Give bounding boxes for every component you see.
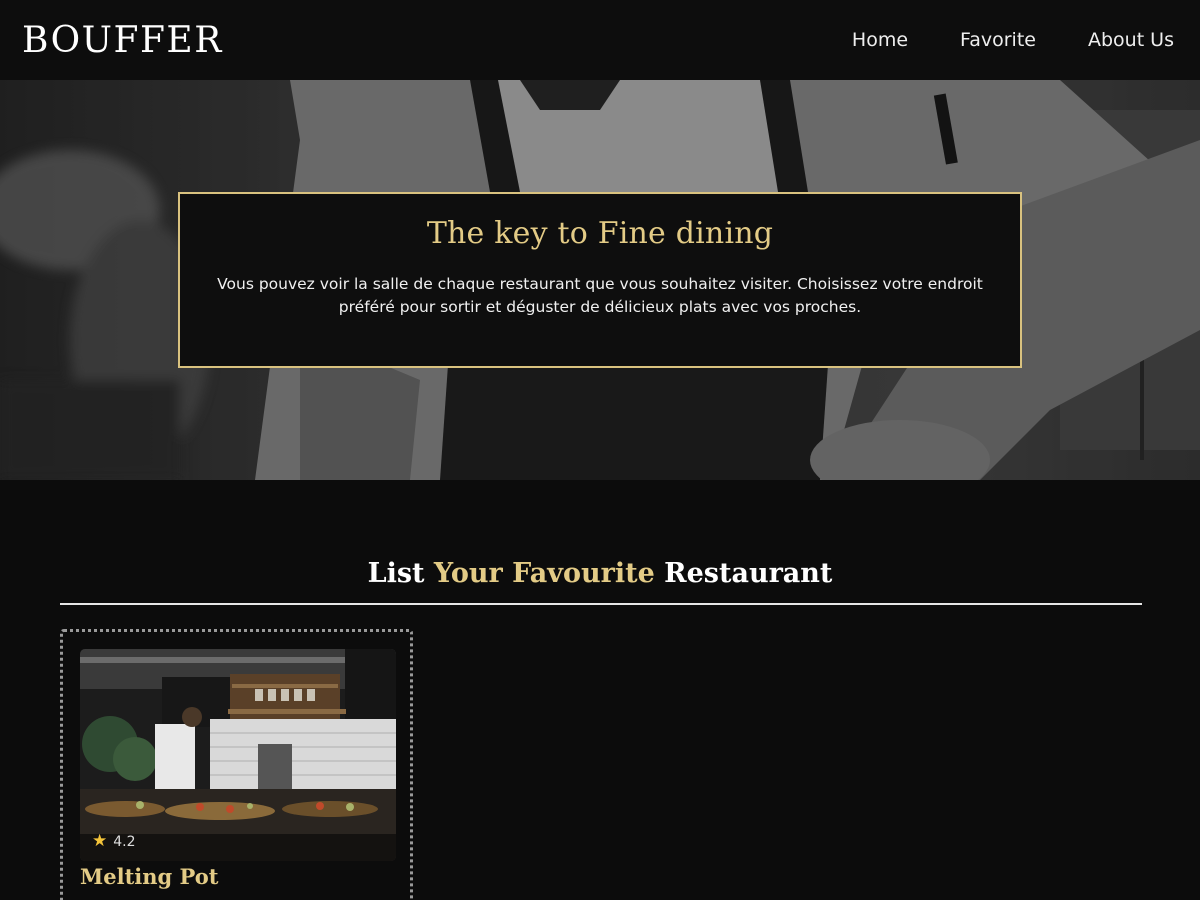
nav-link-home[interactable]: Home (852, 29, 908, 51)
section-title-part2: Restaurant (654, 558, 833, 589)
rating-value: 4.2 (113, 833, 136, 850)
restaurant-name[interactable]: Melting Pot (80, 864, 218, 889)
hero-description: Vous pouvez voir la salle de chaque rest… (217, 275, 983, 316)
nav-link-about-us[interactable]: About Us (1088, 29, 1174, 51)
restaurant-card[interactable]: ★ 4.2 Melting Pot (60, 629, 413, 900)
section-title: List Your Favourite Restaurant (0, 558, 1200, 589)
section-title-part1: List (367, 558, 434, 589)
brand-logo[interactable]: BOUFFER (22, 20, 223, 61)
restaurant-image[interactable]: ★ 4.2 (80, 649, 396, 861)
hero-banner: The key to Fine dining Vous pouvez voir … (0, 80, 1200, 480)
nav-link-favorite[interactable]: Favorite (960, 29, 1036, 51)
restaurant-kitchen-photo (80, 649, 396, 861)
star-icon: ★ (92, 831, 108, 851)
navbar: BOUFFER Home Favorite About Us (0, 0, 1200, 80)
hero-card: The key to Fine dining Vous pouvez voir … (178, 192, 1022, 368)
nav-links: Home Favorite About Us (852, 29, 1174, 51)
section-title-accent: Your Favourite (433, 558, 655, 589)
rating-badge: ★ 4.2 (92, 833, 136, 850)
hero-title: The key to Fine dining (426, 216, 774, 251)
section-divider (60, 603, 1142, 605)
